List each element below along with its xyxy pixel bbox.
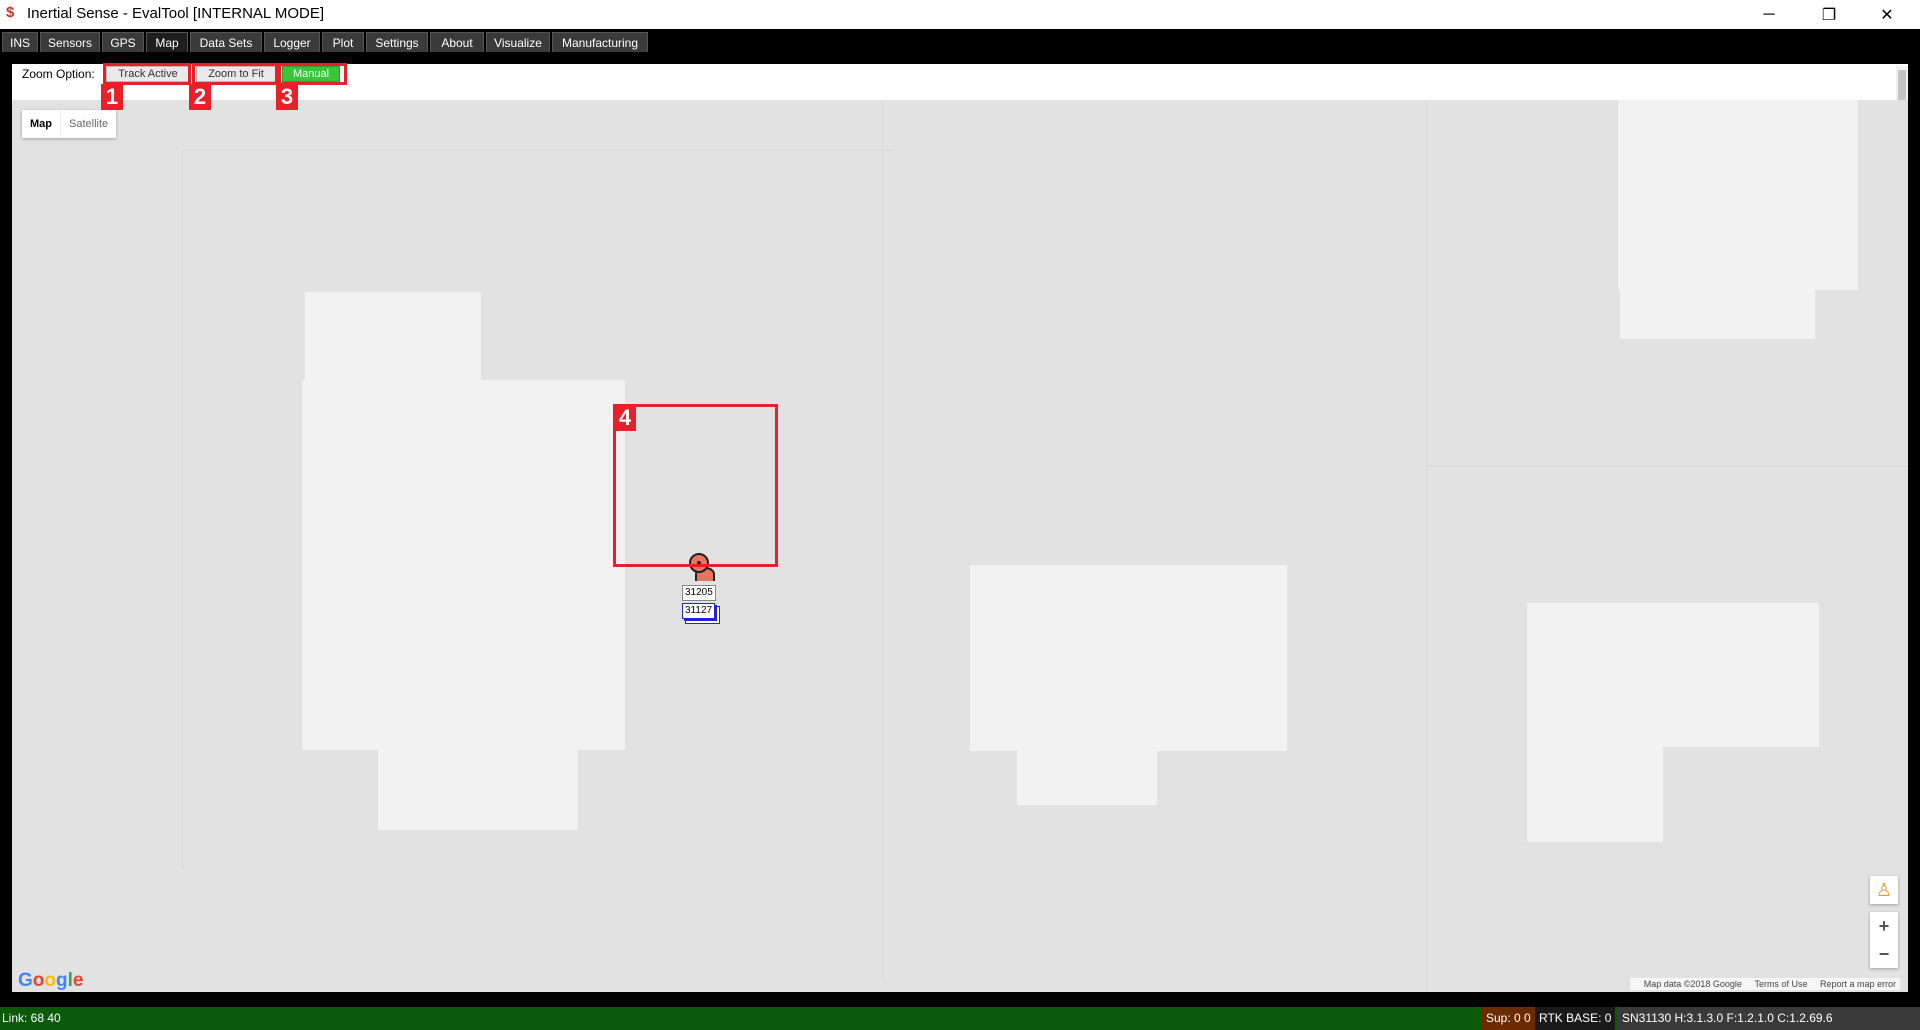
callout-number-4: 4 (614, 405, 636, 431)
callout-box-1 (103, 63, 191, 85)
zoom-in-button[interactable]: + (1870, 912, 1898, 940)
map-data-credit: Map data ©2018 Google (1643, 979, 1742, 989)
minimize-button[interactable]: ─ (1740, 0, 1798, 29)
tab-map[interactable]: Map (146, 32, 188, 52)
building (302, 380, 625, 750)
building (970, 565, 1287, 751)
callout-box-2 (192, 63, 278, 85)
report-map-error-link[interactable]: Report a map error (1820, 979, 1896, 989)
rtk-base-status: RTK BASE: 0 (1535, 1007, 1616, 1030)
building (1618, 100, 1858, 290)
title-bar: $ Inertial Sense - EvalTool [INTERNAL MO… (0, 0, 1920, 29)
tab-plot[interactable]: Plot (322, 32, 364, 52)
app-logo-icon: $ (6, 4, 15, 21)
window-title: Inertial Sense - EvalTool [INTERNAL MODE… (27, 5, 325, 22)
tab-sensors[interactable]: Sensors (40, 32, 100, 52)
lot-line (182, 150, 892, 151)
tab-about[interactable]: About (430, 32, 484, 52)
lot-line (1426, 100, 1427, 992)
tab-visualize[interactable]: Visualize (486, 32, 550, 52)
tab-settings[interactable]: Settings (366, 32, 428, 52)
tab-logger[interactable]: Logger (264, 32, 320, 52)
callout-number-1: 1 (101, 84, 123, 110)
callout-number-2: 2 (189, 84, 211, 110)
street-view-pegman-icon[interactable]: ♙ (1870, 876, 1898, 904)
building (1527, 740, 1663, 842)
building (305, 292, 481, 382)
link-status: Link: 68 40 (2, 1011, 61, 1025)
map-zoom-control: + − (1870, 912, 1898, 968)
building (378, 740, 578, 830)
building (1527, 603, 1819, 747)
terms-of-use-link[interactable]: Terms of Use (1754, 979, 1807, 989)
lot-line (1426, 466, 1908, 467)
callout-box-4 (613, 404, 778, 567)
close-button[interactable]: ✕ (1858, 0, 1916, 29)
map-type-satellite-button[interactable]: Satellite (60, 110, 116, 138)
status-bar: Link: 68 40 Sup: 0 0 RTK BASE: 0 SN31130… (0, 1007, 1920, 1030)
lot-line (182, 150, 183, 870)
callout-box-3 (278, 63, 347, 85)
lot-line (882, 100, 883, 980)
device-label[interactable]: 31127 (682, 603, 716, 619)
device-label[interactable]: 31205 (682, 585, 716, 601)
tab-data-sets[interactable]: Data Sets (190, 32, 262, 52)
building (1620, 285, 1815, 339)
map-type-map-button[interactable]: Map (22, 110, 60, 138)
map-attribution: Map data ©2018 Google Terms of Use Repor… (1629, 978, 1900, 990)
sup-status: Sup: 0 0 (1482, 1007, 1535, 1030)
zoom-out-button[interactable]: − (1870, 940, 1898, 968)
building (1017, 745, 1157, 805)
google-logo: Google (18, 970, 84, 991)
map-type-control: Map Satellite (22, 110, 117, 138)
device-serial-info: SN31130 H:3.1.3.0 F:1.2.1.0 C:1.2.69.6 (1618, 1007, 1920, 1030)
callout-number-3: 3 (276, 84, 298, 110)
maximize-button[interactable]: ❐ (1800, 0, 1858, 29)
tab-ins[interactable]: INS (2, 32, 38, 52)
tab-gps[interactable]: GPS (102, 32, 144, 52)
map-view[interactable]: Map Satellite ♙ + − Google Map data ©201… (12, 100, 1908, 992)
tab-manufacturing[interactable]: Manufacturing (552, 32, 648, 52)
zoom-option-label: Zoom Option: (22, 67, 95, 81)
main-tab-bar: INS Sensors GPS Map Data Sets Logger Plo… (0, 29, 1920, 53)
